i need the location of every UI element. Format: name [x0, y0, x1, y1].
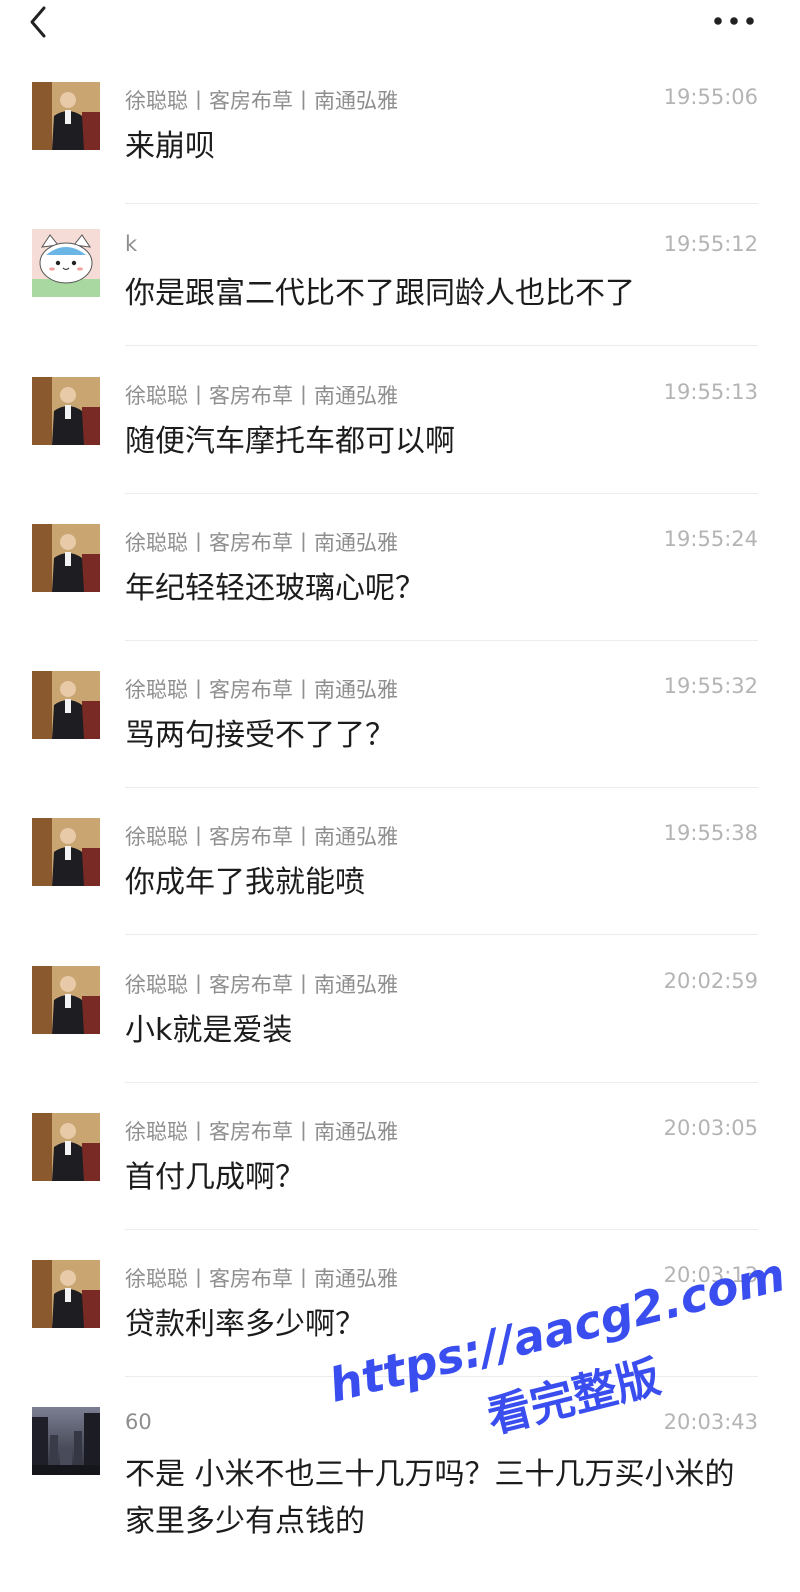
message-item[interactable]: 徐聪聪丨客房布草丨南通弘雅 19:55:06 来崩呗	[0, 60, 800, 207]
message-time: 20:02:59	[663, 969, 758, 993]
avatar[interactable]	[32, 82, 100, 150]
message-item[interactable]: 60 20:03:43 不是 小米不也三十几万吗？三十几万买小米的 家里多少有点…	[0, 1385, 800, 1592]
chevron-left-icon	[30, 6, 46, 38]
message-item[interactable]: 徐聪聪丨客房布草丨南通弘雅 20:03:05 首付几成啊？	[0, 1091, 800, 1238]
message-text: 你是跟富二代比不了跟同龄人也比不了	[125, 276, 635, 311]
message-item[interactable]: k 19:55:12 你是跟富二代比不了跟同龄人也比不了	[0, 207, 800, 354]
man-in-suit-photo	[32, 82, 100, 150]
sender-name: 徐聪聪丨客房布草丨南通弘雅	[125, 825, 398, 849]
avatar[interactable]	[32, 524, 100, 592]
man-in-suit-photo	[32, 966, 100, 1034]
man-in-suit-photo	[32, 1113, 100, 1181]
message-time: 19:55:06	[663, 85, 758, 109]
city-street-photo	[32, 1407, 100, 1475]
message-text: 你成年了我就能喷	[125, 865, 365, 900]
message-item[interactable]: 徐聪聪丨客房布草丨南通弘雅 20:02:59 小k就是爱装	[0, 944, 800, 1091]
sender-name: 徐聪聪丨客房布草丨南通弘雅	[125, 678, 398, 702]
message-time: 20:03:43	[663, 1410, 758, 1434]
message-time: 19:55:12	[663, 232, 758, 256]
avatar[interactable]	[32, 1113, 100, 1181]
message-item[interactable]: 徐聪聪丨客房布草丨南通弘雅 19:55:24 年纪轻轻还玻璃心呢？	[0, 502, 800, 649]
more-options-button[interactable]	[708, 6, 760, 36]
man-in-suit-photo	[32, 671, 100, 739]
message-time: 20:03:05	[663, 1116, 758, 1140]
avatar[interactable]	[32, 1260, 100, 1328]
avatar[interactable]	[32, 818, 100, 886]
more-horizontal-icon	[714, 17, 754, 25]
message-text: 年纪轻轻还玻璃心呢？	[125, 571, 425, 606]
back-button[interactable]	[22, 2, 62, 42]
message-text: 骂两句接受不了了？	[125, 718, 395, 753]
avatar[interactable]	[32, 671, 100, 739]
sender-name: 徐聪聪丨客房布草丨南通弘雅	[125, 1267, 398, 1291]
message-time: 19:55:32	[663, 674, 758, 698]
message-time: 20:03:13	[663, 1263, 758, 1287]
divider	[125, 203, 758, 204]
divider	[125, 934, 758, 935]
sender-name: 徐聪聪丨客房布草丨南通弘雅	[125, 531, 398, 555]
sender-name: 60	[125, 1410, 152, 1434]
message-time: 19:55:38	[663, 821, 758, 845]
message-item[interactable]: 徐聪聪丨客房布草丨南通弘雅 20:03:13 贷款利率多少啊？	[0, 1238, 800, 1385]
avatar[interactable]	[32, 377, 100, 445]
message-item[interactable]: 徐聪聪丨客房布草丨南通弘雅 19:55:38 你成年了我就能喷	[0, 796, 800, 943]
sender-name: 徐聪聪丨客房布草丨南通弘雅	[125, 1120, 398, 1144]
man-in-suit-photo	[32, 1260, 100, 1328]
divider	[125, 1229, 758, 1230]
sender-name: 徐聪聪丨客房布草丨南通弘雅	[125, 89, 398, 113]
divider	[125, 345, 758, 346]
message-time: 19:55:24	[663, 527, 758, 551]
divider	[125, 1082, 758, 1083]
divider	[125, 493, 758, 494]
divider	[125, 787, 758, 788]
divider	[125, 1376, 758, 1377]
message-text: 贷款利率多少啊？	[125, 1307, 365, 1342]
message-text: 随便汽车摩托车都可以啊	[125, 424, 455, 459]
sender-name: 徐聪聪丨客房布草丨南通弘雅	[125, 973, 398, 997]
message-text: 不是 小米不也三十几万吗？三十几万买小米的 家里多少有点钱的	[125, 1457, 735, 1539]
message-item[interactable]: 徐聪聪丨客房布草丨南通弘雅 19:55:13 随便汽车摩托车都可以啊	[0, 355, 800, 502]
message-item[interactable]: 徐聪聪丨客房布草丨南通弘雅 19:55:32 骂两句接受不了了？	[0, 649, 800, 796]
top-bar	[0, 0, 800, 60]
avatar[interactable]	[32, 1407, 100, 1475]
message-text: 小k就是爱装	[125, 1013, 293, 1048]
divider	[125, 640, 758, 641]
message-text: 来崩呗	[125, 129, 215, 164]
sender-name: k	[125, 232, 138, 256]
message-time: 19:55:13	[663, 380, 758, 404]
man-in-suit-photo	[32, 524, 100, 592]
cartoon-cat-avatar	[32, 229, 100, 297]
avatar[interactable]	[32, 229, 100, 297]
man-in-suit-photo	[32, 377, 100, 445]
avatar[interactable]	[32, 966, 100, 1034]
message-text: 首付几成啊？	[125, 1160, 305, 1195]
man-in-suit-photo	[32, 818, 100, 886]
sender-name: 徐聪聪丨客房布草丨南通弘雅	[125, 384, 398, 408]
